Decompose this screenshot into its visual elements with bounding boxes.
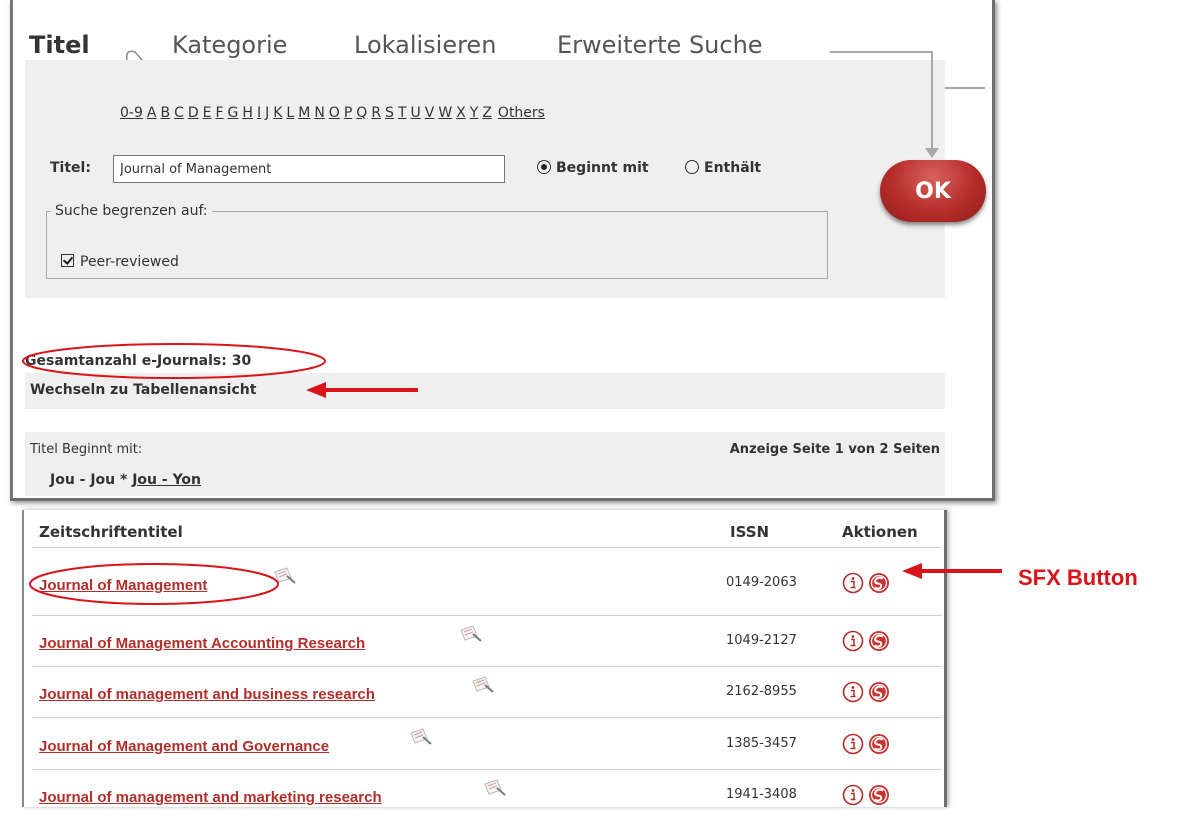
alphabet-link-q[interactable]: Q xyxy=(356,105,367,121)
peer-reviewed-checkbox[interactable] xyxy=(61,254,74,267)
alphabet-link-0-9[interactable]: 0-9 xyxy=(120,105,143,121)
alphabet-link-o[interactable]: O xyxy=(329,105,340,121)
info-icon[interactable] xyxy=(842,784,864,806)
table-row: Journal of management and marketing rese… xyxy=(24,769,944,821)
table-row: Journal of Management Accounting Researc… xyxy=(24,615,944,667)
range-navigation: Jou - Jou * Jou - Yon xyxy=(50,472,201,488)
ok-button[interactable]: OK xyxy=(880,160,986,222)
journal-title-link[interactable]: Journal of Management and Governance xyxy=(39,738,329,755)
journal-title-link[interactable]: Journal of Management Accounting Researc… xyxy=(39,635,365,652)
result-navigation-bar: Titel Beginnt mit: Jou - Jou * Jou - Yon… xyxy=(25,432,945,496)
range-next-link[interactable]: Jou - Yon xyxy=(132,472,201,488)
tab-lokalisieren[interactable]: Lokalisieren xyxy=(354,31,496,59)
peer-reviewed-option[interactable]: Peer-reviewed xyxy=(61,254,179,270)
journal-title-link[interactable]: Journal of Management xyxy=(39,577,207,594)
radio-beginnt-mit-label: Beginnt mit xyxy=(556,160,649,176)
alphabet-link-others[interactable]: Others xyxy=(498,105,545,121)
alphabet-link-c[interactable]: C xyxy=(174,105,184,121)
alphabet-link-i[interactable]: I xyxy=(257,105,261,121)
alphabet-link-g[interactable]: G xyxy=(228,105,239,121)
radio-enthaelt[interactable]: Enthält xyxy=(685,160,761,176)
alphabet-link-t[interactable]: T xyxy=(398,105,407,121)
alphabet-link-m[interactable]: M xyxy=(298,105,310,121)
alphabet-link-f[interactable]: F xyxy=(215,105,223,121)
info-icon[interactable] xyxy=(842,681,864,703)
page-info: Anzeige Seite 1 von 2 Seiten xyxy=(729,442,940,457)
info-icon[interactable] xyxy=(842,630,864,652)
issn-value: 0149-2063 xyxy=(726,575,797,590)
sfx-button-annotation: SFX Button xyxy=(1018,565,1138,590)
header-divider xyxy=(32,547,942,548)
issn-value: 2162-8955 xyxy=(726,684,797,699)
peer-reviewed-label: Peer-reviewed xyxy=(80,254,179,270)
range-current: Jou - Jou * xyxy=(50,472,128,488)
radio-beginnt-mit-circle[interactable] xyxy=(537,160,551,174)
alphabet-link-p[interactable]: P xyxy=(344,105,352,121)
alphabet-link-u[interactable]: U xyxy=(411,105,421,121)
alphabet-link-x[interactable]: X xyxy=(456,105,466,121)
limit-legend: Suche begrenzen auf: xyxy=(55,203,208,219)
sfx-icon[interactable] xyxy=(868,733,890,755)
switch-table-view-link[interactable]: Wechseln zu Tabellenansicht xyxy=(30,382,256,398)
titel-input[interactable] xyxy=(113,155,505,183)
table-row: Journal of Management and Governance 1385… xyxy=(24,718,944,770)
alphabet-link-w[interactable]: W xyxy=(438,105,452,121)
radio-beginnt-mit[interactable]: Beginnt mit xyxy=(537,160,649,176)
peer-review-icon xyxy=(274,567,296,584)
tab-erweiterte-suche[interactable]: Erweiterte Suche xyxy=(557,31,763,59)
alphabet-link-a[interactable]: A xyxy=(147,105,157,121)
alphabet-link-y[interactable]: Y xyxy=(470,105,479,121)
peer-review-icon xyxy=(484,779,506,796)
column-header-issn: ISSN xyxy=(730,523,770,541)
alphabet-link-r[interactable]: R xyxy=(371,105,381,121)
limit-fieldset: Suche begrenzen auf: Peer-reviewed xyxy=(46,203,828,279)
peer-review-icon xyxy=(472,676,494,693)
alphabet-link-e[interactable]: E xyxy=(203,105,212,121)
info-icon[interactable] xyxy=(842,733,864,755)
alphabet-link-v[interactable]: V xyxy=(425,105,435,121)
alphabet-link-z[interactable]: Z xyxy=(482,105,492,121)
alphabet-link-l[interactable]: L xyxy=(286,105,294,121)
alphabet-link-d[interactable]: D xyxy=(188,105,199,121)
sfx-icon[interactable] xyxy=(868,572,890,594)
alphabet-index: 0-9 A B C D E F G H I J K L M N O P Q R S T U V W X Y Z Others xyxy=(120,105,549,121)
sfx-icon[interactable] xyxy=(868,630,890,652)
table-row: Journal of Management 0149-2063 xyxy=(24,564,944,616)
tab-kategorie[interactable]: Kategorie xyxy=(172,31,287,59)
tab-titel[interactable]: Titel xyxy=(29,31,90,59)
radio-enthaelt-label: Enthält xyxy=(704,160,762,176)
issn-value: 1385-3457 xyxy=(726,736,797,751)
alphabet-link-j[interactable]: J xyxy=(265,105,269,121)
issn-value: 1049-2127 xyxy=(726,633,797,648)
title-prefix-label: Titel Beginnt mit: xyxy=(30,442,143,457)
column-header-title: Zeitschriftentitel xyxy=(39,523,183,541)
table-row: Journal of management and business resea… xyxy=(24,666,944,718)
sfx-icon[interactable] xyxy=(868,681,890,703)
alphabet-link-k[interactable]: K xyxy=(273,105,282,121)
peer-review-icon xyxy=(460,625,482,642)
issn-value: 1941-3408 xyxy=(726,787,797,802)
journal-title-link[interactable]: Journal of management and marketing rese… xyxy=(39,789,382,806)
view-switch-bar: Wechseln zu Tabellenansicht xyxy=(25,373,945,409)
radio-enthaelt-circle[interactable] xyxy=(685,160,699,174)
titel-label: Titel: xyxy=(50,160,91,176)
results-table: Zeitschriftentitel ISSN Aktionen Journal… xyxy=(22,510,947,807)
search-frame: Titel Kategorie Lokalisieren Erweiterte … xyxy=(10,0,995,501)
alphabet-link-b[interactable]: B xyxy=(160,105,170,121)
alphabet-link-n[interactable]: N xyxy=(314,105,324,121)
alphabet-link-h[interactable]: H xyxy=(242,105,253,121)
total-ejournals: Gesamtanzahl e-Journals: 30 xyxy=(25,353,252,369)
search-panel: 0-9 A B C D E F G H I J K L M N O P Q R S T U V W X Y Z Others Tite… xyxy=(25,60,945,298)
journal-title-link[interactable]: Journal of management and business resea… xyxy=(39,686,375,703)
sfx-icon[interactable] xyxy=(868,784,890,806)
info-icon[interactable] xyxy=(842,572,864,594)
peer-review-icon xyxy=(410,728,432,745)
alphabet-link-s[interactable]: S xyxy=(385,105,394,121)
column-header-actions: Aktionen xyxy=(842,523,918,541)
